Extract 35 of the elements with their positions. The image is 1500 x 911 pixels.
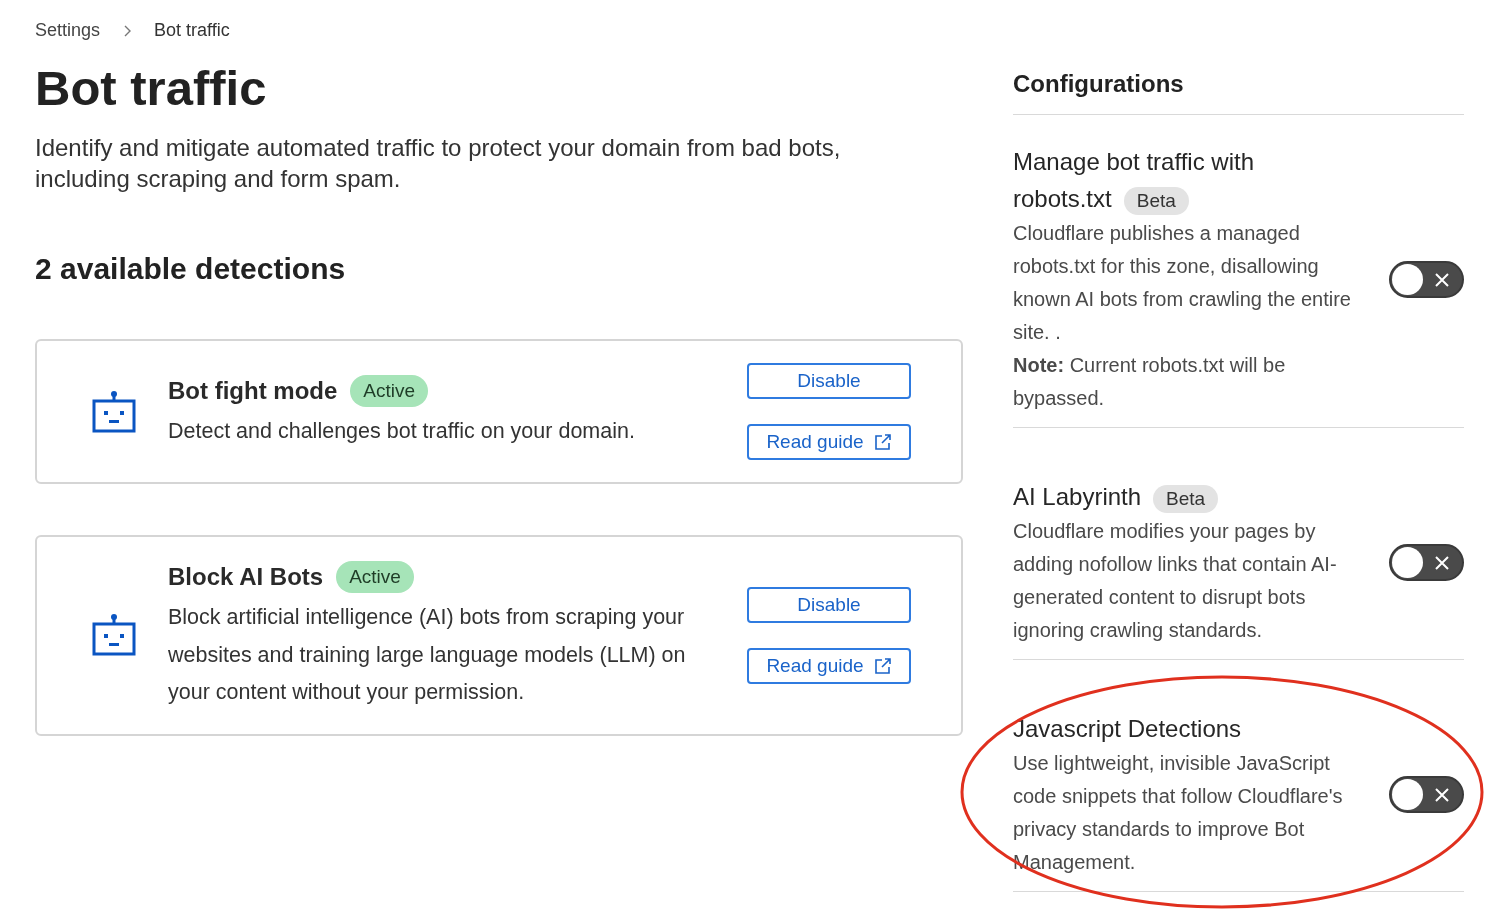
card-title: Bot fight mode [168,375,338,406]
x-icon [1434,555,1450,571]
page-description: Identify and mitigate automated traffic to protect your domain from bad bots, including scraping and form spam. [35,133,842,194]
disable-button[interactable]: Disable [747,363,911,399]
toggle-switch[interactable] [1389,260,1464,298]
card-description: Block artificial intelligence (AI) bots from scraping your websites and training large language models (LLM) on your content without your permission. [168,604,687,706]
breadcrumb-link[interactable]: Settings [35,17,101,44]
toggle-switch[interactable] [1389,776,1464,813]
beta-badge: Beta [1123,186,1189,215]
external-link-icon [873,656,892,675]
read-guide-button[interactable]: Read guide [747,647,911,684]
x-icon [1434,271,1450,288]
config-description: Cloudflare modifies your pages by adding nofollow links that contain AI-generated content to disrupt bots ignoring crawling standards. [1013,519,1338,643]
beta-badge: Beta [1153,484,1219,513]
breadcrumb-link[interactable]: Bot traffic [154,17,230,44]
card-title: Block AI Bots [168,562,324,592]
x-icon [1434,787,1450,803]
page-title: Bot traffic [35,60,268,117]
read-guide-button[interactable]: Read guide [747,424,911,460]
section-heading: Configurations [1013,69,1185,99]
config-description: Cloudflare publishes a managed robots.txt for this zone, disallowing known AI bots from crawling the entire site. . [1013,221,1352,345]
config-description: Note: Current robots.txt will be bypassed. [1013,353,1287,411]
external-link-icon [873,433,892,451]
card-description: Detect and challenges bot traffic on your domain. [168,417,636,445]
status-badge: Active [350,374,429,407]
status-badge: Active [336,560,414,594]
config-title: Javascript Detections [1013,714,1243,744]
config-title: Manage bot traffic with robots.txt Beta [1013,143,1313,217]
chevron-right-icon [122,23,133,38]
config-title: AI Labyrinth Beta [1013,478,1313,515]
section-heading: 2 available detections [35,251,347,287]
robot-icon [92,389,136,434]
disable-button[interactable]: Disable [747,586,911,623]
toggle-switch[interactable] [1389,544,1464,581]
robot-icon [92,613,136,658]
